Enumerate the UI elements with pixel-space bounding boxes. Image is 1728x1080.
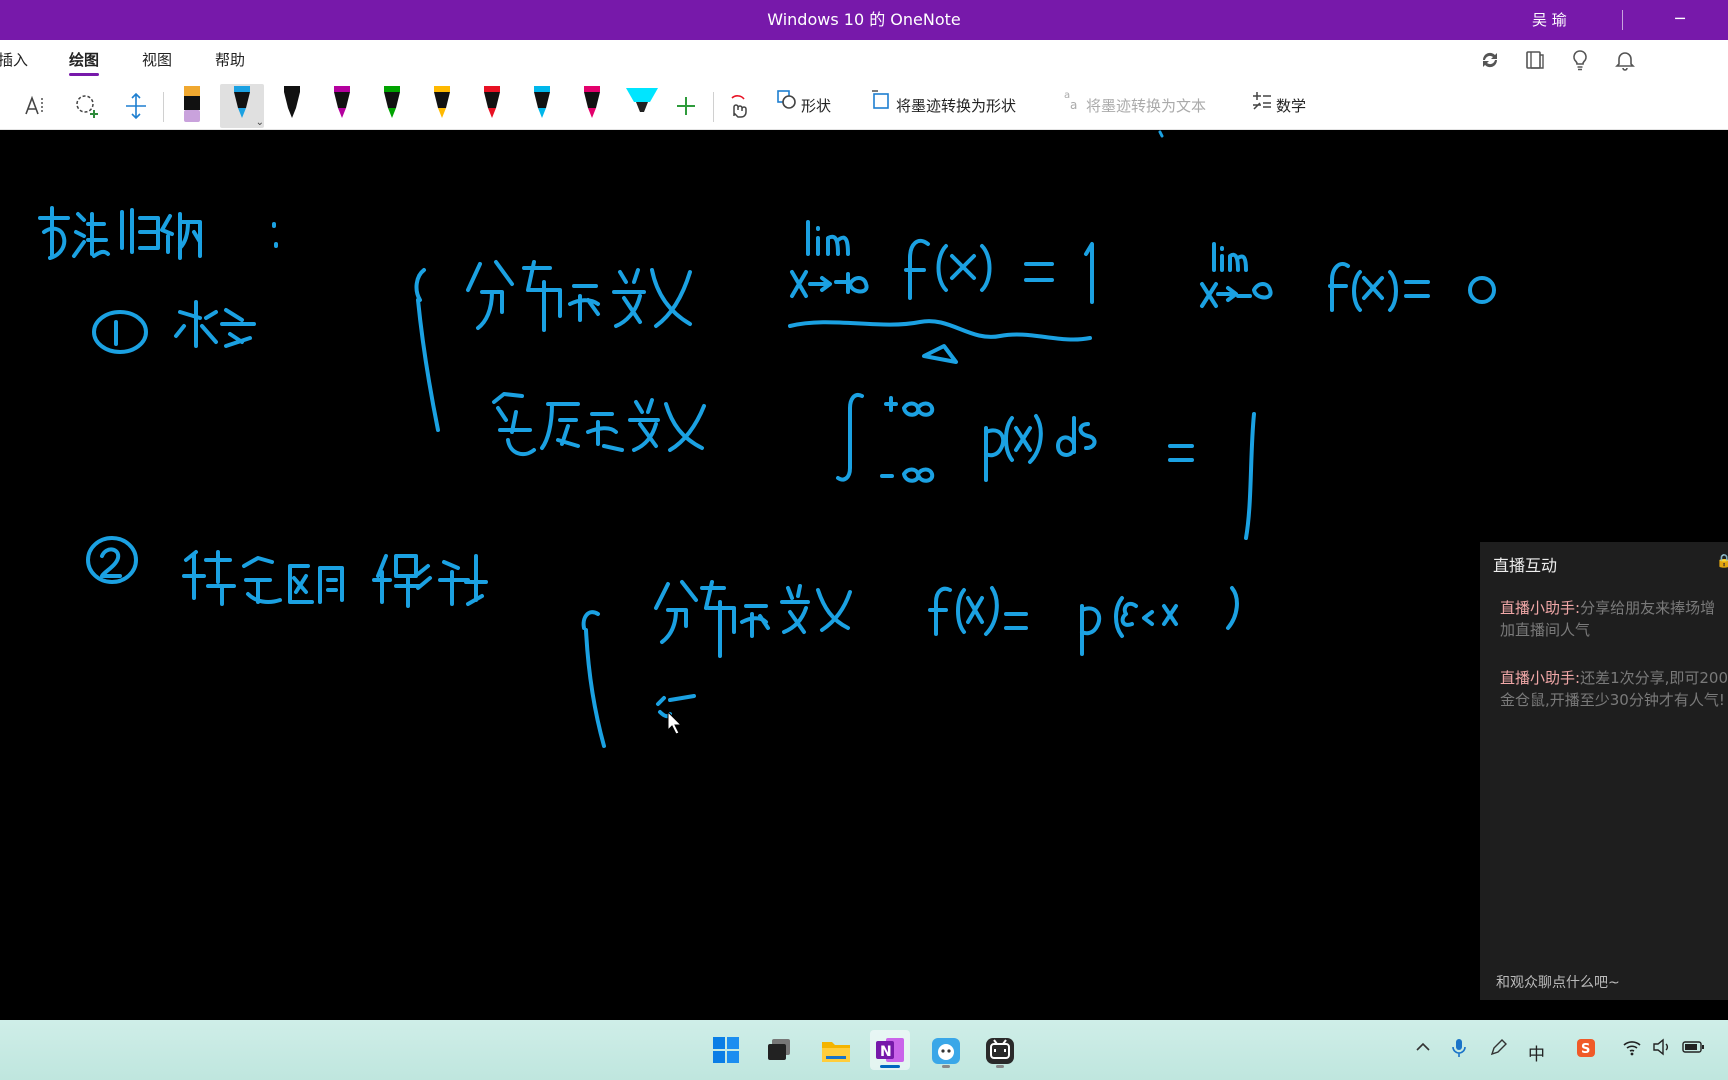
- task-view-icon[interactable]: [760, 1030, 800, 1070]
- ink-dot: [1158, 130, 1164, 138]
- pen-icon[interactable]: ⌄: [220, 84, 264, 128]
- ink-lim-plus-inf: [788, 220, 1094, 364]
- mouse-cursor: [667, 710, 683, 735]
- pen-icon[interactable]: [570, 84, 614, 128]
- pen-icon[interactable]: [420, 84, 464, 128]
- notebooks-icon[interactable]: [1522, 48, 1548, 72]
- ink-layer: [38, 130, 1496, 748]
- windows-start-icon[interactable]: [706, 1030, 746, 1070]
- lasso-select-icon[interactable]: [68, 88, 104, 124]
- add-space-icon[interactable]: [118, 88, 154, 124]
- onenote-icon[interactable]: N: [870, 1030, 910, 1070]
- lock-icon[interactable]: 🔒: [1716, 554, 1728, 569]
- ink-lim-minus-inf: [1200, 242, 1496, 312]
- pen-icon[interactable]: [470, 84, 514, 128]
- chevron-down-icon[interactable]: ⌄: [256, 117, 264, 128]
- ink-step-1: [92, 300, 256, 354]
- ink-brace-2: [581, 610, 606, 748]
- add-pen-icon[interactable]: [668, 88, 704, 124]
- ink-method-summary: [38, 206, 278, 260]
- ink-to-text-label: 将墨迹转换为文本: [1086, 97, 1207, 115]
- tab-insert[interactable]: 插入: [0, 40, 28, 80]
- ink-to-text-icon: aa: [1060, 88, 1086, 125]
- ink-brace-1: [414, 268, 440, 432]
- chat-message: 直播小助手:还差1次分享,即可200金仓鼠,开播至少30分钟才有人气!: [1500, 667, 1728, 711]
- taskbar: N: [0, 1020, 1728, 1080]
- pen-icon[interactable]: [270, 84, 314, 128]
- minimize-button[interactable]: ─: [1665, 0, 1695, 38]
- touch-draw-icon[interactable]: [720, 88, 756, 124]
- ink-distribution-function: [466, 260, 692, 332]
- pen-icon[interactable]: [370, 84, 414, 128]
- ink-integral: [836, 393, 1256, 540]
- math-button[interactable]: 数学: [1250, 88, 1306, 124]
- highlighter-icon[interactable]: [620, 84, 664, 128]
- tab-help[interactable]: 帮助: [215, 40, 245, 80]
- svg-text:N: N: [880, 1044, 892, 1060]
- battery-icon[interactable]: [1682, 1038, 1706, 1061]
- title-bar: Windows 10 的 OneNote 吴 瑜 ─: [0, 0, 1728, 40]
- ink-density-function: [492, 392, 706, 457]
- chevron-up-icon[interactable]: [1414, 1038, 1432, 1061]
- wifi-icon[interactable]: [1622, 1038, 1642, 1061]
- pen-icon[interactable]: [520, 84, 564, 128]
- ink-distribution-function-2: [654, 580, 1239, 658]
- chat-sender: 直播小助手:: [1500, 669, 1581, 687]
- shapes-icon: [775, 88, 801, 125]
- active-indicator: [880, 1065, 900, 1068]
- window-title: Windows 10 的 OneNote: [767, 10, 961, 29]
- chat-sender: 直播小助手:: [1500, 599, 1581, 617]
- chat-input[interactable]: 和观众聊点什么吧~: [1496, 972, 1620, 992]
- bell-icon[interactable]: [1612, 48, 1638, 72]
- tab-draw[interactable]: 绘图: [69, 40, 100, 80]
- pen-menu-icon[interactable]: [1488, 1038, 1508, 1063]
- chat-message: 直播小助手:分享给朋友来捧场增加直播间人气: [1500, 597, 1728, 641]
- pen-icon[interactable]: [320, 84, 364, 128]
- shapes-label: 形状: [801, 97, 832, 115]
- ink-to-text-button[interactable]: a a 将墨迹转换为文本: [1060, 88, 1206, 124]
- math-label: 数学: [1276, 97, 1307, 115]
- ink-to-shape-icon: [870, 88, 896, 125]
- ime-indicator[interactable]: 中: [1528, 1040, 1545, 1065]
- bilibili-icon[interactable]: [980, 1030, 1020, 1070]
- math-icon: [1250, 88, 1276, 125]
- svg-text:S: S: [1581, 1042, 1590, 1057]
- user-name[interactable]: 吴 瑜: [1532, 0, 1567, 40]
- shapes-button[interactable]: 形状: [775, 88, 831, 124]
- lightbulb-icon[interactable]: [1567, 48, 1593, 72]
- title-separator: [1622, 10, 1623, 30]
- svg-text:a: a: [1070, 98, 1077, 112]
- ink-partial: [656, 694, 696, 719]
- running-indicator: [996, 1065, 1004, 1068]
- file-explorer-icon[interactable]: [816, 1030, 856, 1070]
- volume-icon[interactable]: [1652, 1038, 1672, 1061]
- ink-step-2: [86, 536, 488, 608]
- sogou-icon[interactable]: S: [1576, 1038, 1596, 1063]
- live-app-icon[interactable]: [926, 1030, 966, 1070]
- toolbar-separator: [163, 92, 164, 122]
- chat-title: 直播互动: [1493, 556, 1558, 575]
- microphone-icon[interactable]: [1450, 1038, 1468, 1063]
- ribbon-tabs: 插入 绘图 视图 帮助 共享: [0, 40, 1728, 109]
- highlighter-pen-icon[interactable]: [170, 84, 214, 128]
- running-indicator: [942, 1065, 950, 1068]
- ink-to-shape-button[interactable]: 将墨迹转换为形状: [870, 88, 1016, 124]
- toolbar-separator: [713, 92, 714, 122]
- note-canvas[interactable]: [0, 130, 1728, 1020]
- ink-to-shape-label: 将墨迹转换为形状: [896, 97, 1017, 115]
- sync-icon[interactable]: [1477, 48, 1503, 72]
- tab-view[interactable]: 视图: [142, 40, 172, 80]
- draw-toolbar: ⌄ 形状 将墨迹转换为形状 a a 将墨迹转换为文本 数学: [0, 80, 1728, 130]
- lasso-text-select-icon[interactable]: [18, 88, 54, 124]
- live-chat-panel: 直播互动 🔒 直播小助手:分享给朋友来捧场增加直播间人气 直播小助手:还差1次分…: [1480, 542, 1728, 1000]
